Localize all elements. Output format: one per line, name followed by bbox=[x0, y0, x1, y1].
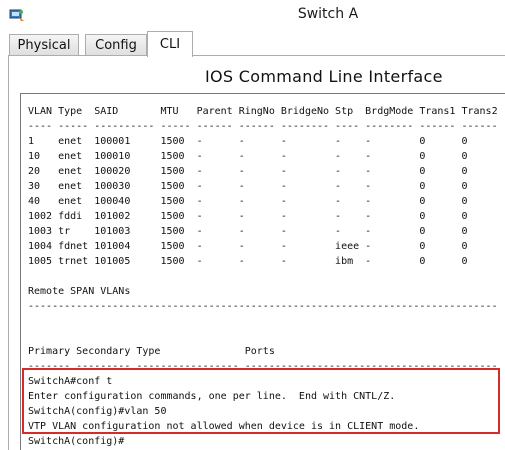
error-highlight-box bbox=[22, 368, 500, 434]
terminal-line: Primary Secondary Type Ports bbox=[28, 346, 275, 357]
terminal-line: 1003 tr 101003 1500 - - - - - 0 0 bbox=[28, 226, 468, 237]
terminal-line: 40 enet 100040 1500 - - - - - 0 0 bbox=[28, 196, 468, 207]
terminal-line: ----------------------------------------… bbox=[28, 301, 498, 312]
terminal-prompt-line: SwitchA(config)# bbox=[28, 436, 125, 447]
switch-window: Switch A Physical Config CLI IOS Command… bbox=[0, 0, 505, 450]
window-title: Switch A bbox=[297, 6, 359, 22]
terminal-line: ---- ----- ---------- ----- ------ -----… bbox=[28, 121, 498, 132]
terminal-line: VLAN Type SAID MTU Parent RingNo BridgeN… bbox=[28, 106, 498, 117]
terminal-line: 1 enet 100001 1500 - - - - - 0 0 bbox=[28, 136, 468, 147]
tab-bar: Physical Config CLI bbox=[0, 30, 505, 57]
tab-physical[interactable]: Physical bbox=[9, 34, 79, 56]
terminal-line: 20 enet 100020 1500 - - - - - 0 0 bbox=[28, 166, 468, 177]
terminal-line: 10 enet 100010 1500 - - - - - 0 0 bbox=[28, 151, 468, 162]
terminal-line: 30 enet 100030 1500 - - - - - 0 0 bbox=[28, 181, 468, 192]
terminal-line: 1002 fddi 101002 1500 - - - - - 0 0 bbox=[28, 211, 468, 222]
terminal-line: 1005 trnet 101005 1500 - - - ibm - 0 0 bbox=[28, 256, 468, 267]
cli-heading: IOS Command Line Interface bbox=[205, 67, 443, 86]
terminal-line: Remote SPAN VLANs bbox=[28, 286, 131, 297]
terminal-line: 1004 fdnet 101004 1500 - - - ieee - 0 0 bbox=[28, 241, 468, 252]
tab-config[interactable]: Config bbox=[85, 34, 147, 56]
tab-cli[interactable]: CLI bbox=[147, 31, 193, 57]
title-bar: Switch A bbox=[0, 0, 505, 30]
